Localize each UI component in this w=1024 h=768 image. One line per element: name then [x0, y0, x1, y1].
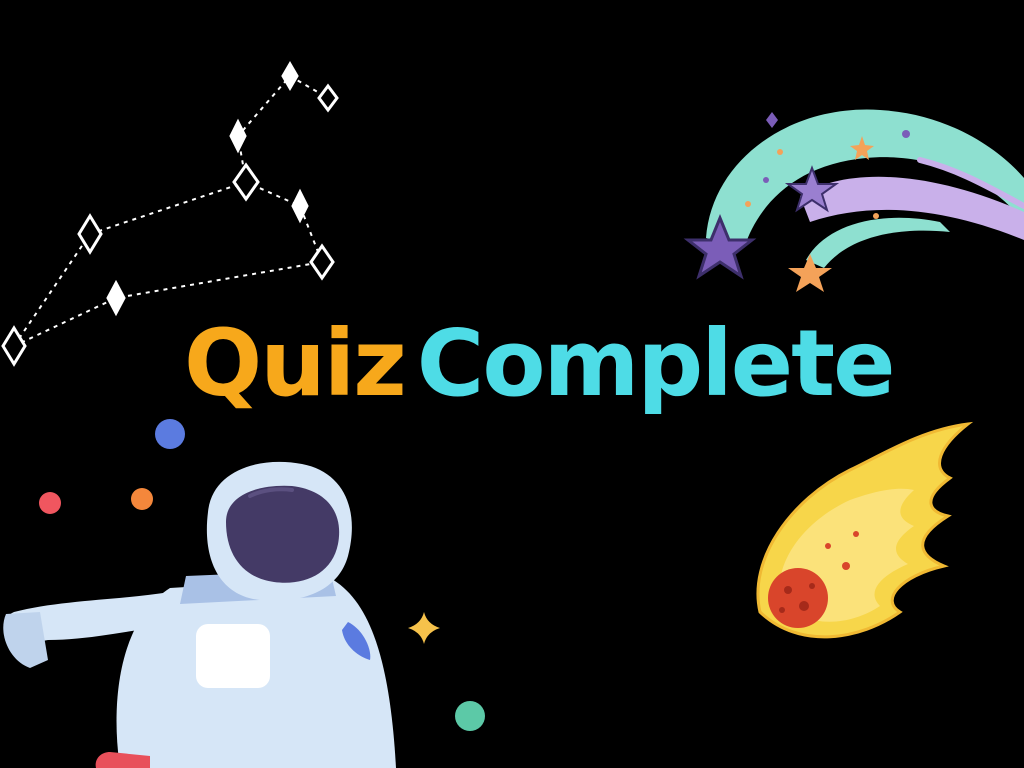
title-word-quiz: Quiz	[184, 310, 407, 417]
quiz-complete-title: Quiz Complete	[184, 310, 896, 417]
title-word-complete: Complete	[416, 310, 896, 417]
